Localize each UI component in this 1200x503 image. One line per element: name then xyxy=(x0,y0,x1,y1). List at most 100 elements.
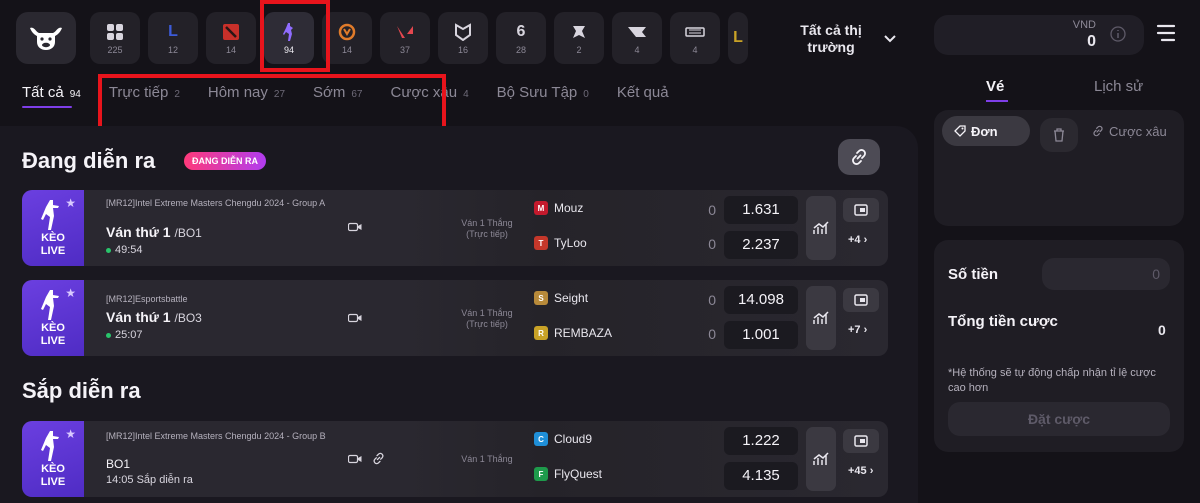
more-markets-link[interactable]: +7 › xyxy=(848,324,867,336)
chart-trend-icon xyxy=(813,221,829,234)
tab-history[interactable]: Lịch sử xyxy=(1094,78,1143,95)
stats-button[interactable] xyxy=(806,196,836,260)
chevron-down-icon xyxy=(884,35,896,43)
game-rainbow-six[interactable]: 6 28 xyxy=(496,12,546,64)
active-tab-indicator xyxy=(22,106,72,108)
game-count: 4 xyxy=(634,44,640,55)
odd-button[interactable]: 4.135 xyxy=(724,462,798,490)
star-icon[interactable]: ★ xyxy=(65,286,76,300)
market-label: Tất cả thị trường xyxy=(800,22,862,55)
match-card[interactable]: ★ KÈO LIVE [MR12]Intel Extreme Masters C… xyxy=(22,190,888,266)
more-markets-icon-button[interactable] xyxy=(843,288,879,312)
odd-button[interactable]: 1.001 xyxy=(724,321,798,349)
match-card[interactable]: ★ KÈO LIVE [MR12]Esportsbattle Ván thứ 1… xyxy=(22,280,888,356)
tab-count: 4 xyxy=(463,89,469,100)
total-stake-label: Tổng tiền cược xyxy=(948,313,1058,330)
game-king-of-glory[interactable]: 2 xyxy=(554,12,604,64)
tab-collection[interactable]: Bộ Sưu Tập 0 xyxy=(497,84,589,101)
odd-button[interactable]: 1.222 xyxy=(724,427,798,455)
stats-button[interactable] xyxy=(806,427,836,491)
video-camera-icon[interactable] xyxy=(348,222,362,232)
tab-label: Kết quả xyxy=(616,84,669,101)
team-name: Cloud9 xyxy=(554,432,593,446)
bet-type: Ván 1 Thắng xyxy=(461,454,513,464)
match-start-time: 14:05 Sắp diễn ra xyxy=(106,474,193,486)
game-valorant[interactable]: 37 xyxy=(380,12,430,64)
odd-button[interactable]: 1.631 xyxy=(724,196,798,224)
grid-icon xyxy=(105,22,125,42)
dota-2-icon xyxy=(221,22,241,42)
more-markets-icon-button[interactable] xyxy=(843,198,879,222)
game-count: 28 xyxy=(515,44,526,55)
more-markets-link[interactable]: +4 › xyxy=(848,234,867,246)
overwatch-icon xyxy=(337,22,357,42)
bet-type: Ván 1 Thắng (Trực tiếp) xyxy=(461,218,513,239)
parlay-bet-label: Cược xâu xyxy=(1109,123,1167,139)
live-section-title: Đang diễn ra xyxy=(22,148,156,173)
odd-button[interactable]: 14.098 xyxy=(724,286,798,314)
game-more[interactable]: L xyxy=(728,12,748,64)
game-all[interactable]: 225 xyxy=(90,12,140,64)
stats-button[interactable] xyxy=(806,286,836,350)
match-time: 14:05 Sắp diễn ra xyxy=(106,474,193,486)
mobile-legends-icon xyxy=(453,22,473,42)
game-dota2[interactable]: 14 xyxy=(206,12,256,64)
ticket-icon xyxy=(854,204,868,216)
star-icon[interactable]: ★ xyxy=(65,427,76,441)
bull-logo-icon[interactable] xyxy=(16,12,76,64)
game-wild-rift[interactable]: 4 xyxy=(670,12,720,64)
link-icon[interactable] xyxy=(372,452,385,465)
team-logo-icon: F xyxy=(534,467,548,481)
game-count: 37 xyxy=(399,44,410,55)
odds-acceptance-note: *Hệ thống sẽ tự động chấp nhận tỉ lệ cượ… xyxy=(948,367,1156,394)
star-icon[interactable]: ★ xyxy=(65,196,76,210)
rainbow-six-icon: 6 xyxy=(516,22,526,40)
tab-results[interactable]: Kết quả xyxy=(617,84,669,101)
currency-label: VND xyxy=(1072,19,1096,31)
match-time: 25:07 xyxy=(106,329,143,341)
single-bet-label: Đơn xyxy=(971,123,998,139)
league-of-legends-icon: L xyxy=(168,22,178,40)
balance-value: 0 xyxy=(1087,33,1096,50)
game-count: 4 xyxy=(692,44,698,55)
tab-ticket[interactable]: Vé xyxy=(986,78,1004,95)
stake-amount-input[interactable]: 0 xyxy=(1042,258,1170,290)
parlay-bet-toggle[interactable]: Cược xâu xyxy=(1086,116,1173,146)
video-camera-icon[interactable] xyxy=(348,313,362,323)
live-dot-icon xyxy=(106,332,111,338)
highlight-tab-group xyxy=(98,74,446,130)
tab-all[interactable]: Tất cả 94 xyxy=(22,84,81,101)
match-clock: 49:54 xyxy=(115,244,143,256)
hamburger-menu-icon[interactable] xyxy=(1156,24,1176,42)
team-logo-icon: M xyxy=(534,201,548,215)
match-card[interactable]: ★ KÈO LIVE [MR12]Intel Extreme Masters C… xyxy=(22,421,888,497)
team-logo-icon: S xyxy=(534,291,548,305)
game-mobile-legends[interactable]: 16 xyxy=(438,12,488,64)
team-2-score: 0 xyxy=(708,326,716,342)
amount-label: Số tiền xyxy=(948,266,999,283)
game-lol[interactable]: L 12 xyxy=(148,12,198,64)
total-stake-value: 0 xyxy=(1158,322,1166,338)
match-clock: 25:07 xyxy=(115,329,143,341)
single-bet-toggle[interactable]: Đơn xyxy=(942,116,1030,146)
game-count: 16 xyxy=(457,44,468,55)
video-camera-icon[interactable] xyxy=(348,454,362,464)
copy-link-button[interactable] xyxy=(838,139,880,175)
team-name: Seight xyxy=(554,291,589,305)
more-markets-link[interactable]: +45 › xyxy=(848,465,873,477)
game-crossfire[interactable]: 4 xyxy=(612,12,662,64)
team-name: REMBAZA xyxy=(554,326,613,340)
info-icon[interactable] xyxy=(1110,26,1126,42)
odd-button[interactable]: 2.237 xyxy=(724,231,798,259)
clear-slip-button[interactable] xyxy=(1040,118,1078,152)
place-bet-button[interactable]: Đặt cược xyxy=(948,402,1170,436)
wallet-balance[interactable]: VND 0 xyxy=(934,15,1144,55)
team-2: T TyLoo xyxy=(534,236,587,250)
more-markets-icon-button[interactable] xyxy=(843,429,879,453)
market-select[interactable]: Tất cả thị trường xyxy=(788,22,896,56)
wild-rift-icon xyxy=(685,22,705,42)
game-count: 2 xyxy=(576,44,582,55)
counter-strike-icon xyxy=(41,200,59,230)
keo-line2: LIVE xyxy=(40,245,66,257)
link-icon xyxy=(1093,125,1103,137)
